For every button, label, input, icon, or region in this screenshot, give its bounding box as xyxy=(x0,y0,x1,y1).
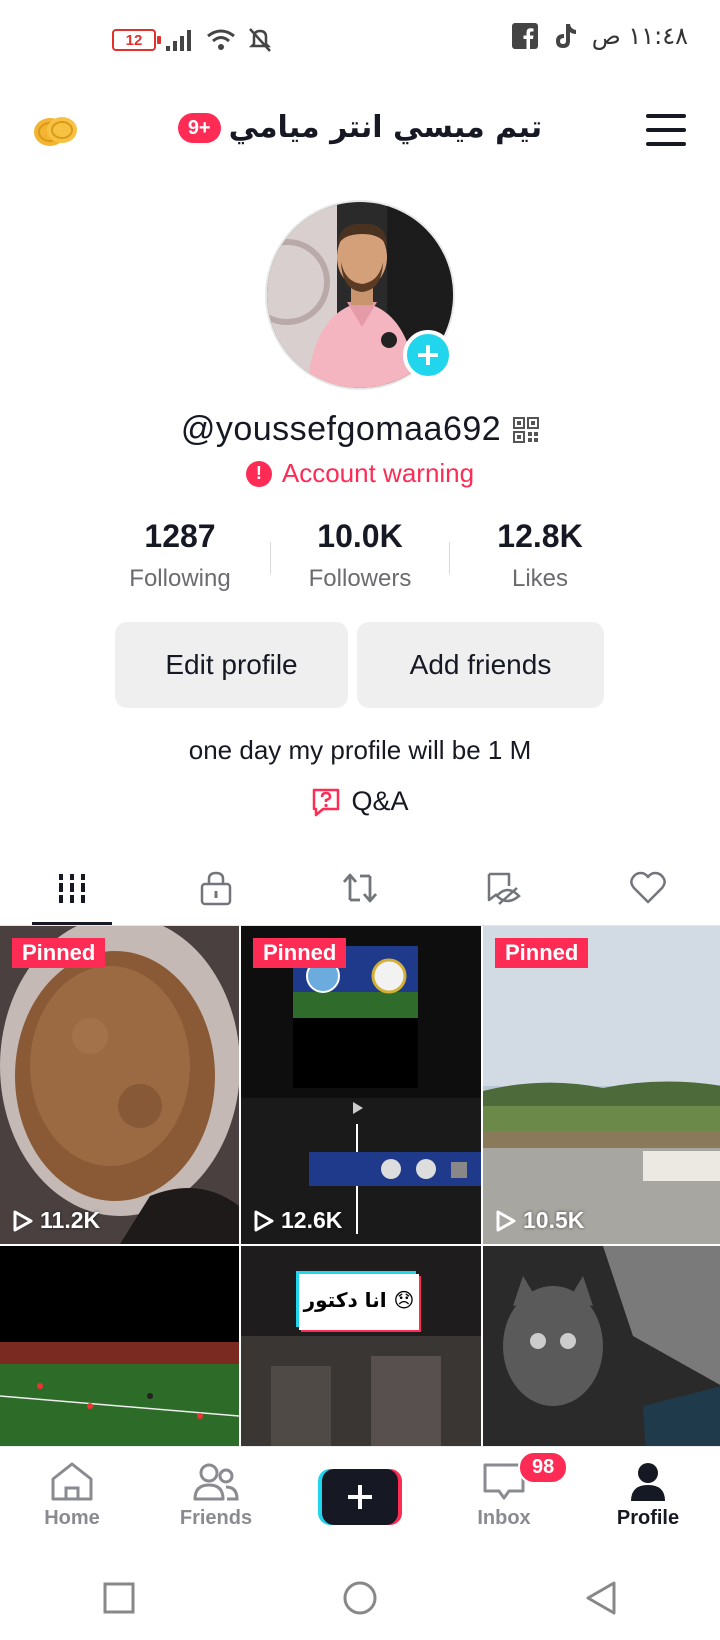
nav-profile-label: Profile xyxy=(616,1507,680,1529)
warning-text: Account warning xyxy=(281,458,475,488)
avatar[interactable] xyxy=(265,200,455,390)
header-title-wrap[interactable]: 9+ تيم ميسي انتر ميامي xyxy=(0,110,720,145)
heart-icon xyxy=(630,871,666,903)
notification-badge: 9+ xyxy=(177,112,221,143)
grid-icon xyxy=(59,873,85,903)
username: @youssefgomaa692 xyxy=(180,410,502,448)
create-plus-icon xyxy=(318,1469,402,1525)
likes-label: Likes xyxy=(511,565,569,592)
qa-label: Q&A xyxy=(351,786,409,816)
repost-icon xyxy=(342,873,378,902)
view-count: 11.2K xyxy=(12,1207,100,1234)
status-bar: 12 ١١:٤٨ ص xyxy=(0,0,720,80)
qr-code-icon[interactable] xyxy=(513,416,540,443)
nav-create[interactable] xyxy=(288,1447,432,1556)
video-thumbnail[interactable] xyxy=(483,1246,720,1446)
video-thumbnail[interactable] xyxy=(0,1246,239,1446)
followers-count: 10.0K xyxy=(317,518,403,554)
question-icon xyxy=(313,788,340,816)
hidden-eye-icon xyxy=(487,872,521,905)
tab-videos[interactable] xyxy=(0,850,144,925)
view-count-text: 10.5K xyxy=(523,1207,585,1233)
view-count-text: 11.2K xyxy=(40,1207,101,1233)
edit-profile-button[interactable]: Edit profile xyxy=(115,622,348,708)
tab-reposts[interactable] xyxy=(288,850,432,925)
following-count: 1287 xyxy=(144,518,216,554)
video-thumbnail[interactable]: انا دكتور 😞 xyxy=(241,1246,481,1446)
nav-home-label: Home xyxy=(44,1507,100,1529)
play-icon xyxy=(13,1210,33,1231)
tab-private[interactable] xyxy=(144,850,288,925)
likes-count: 12.8K xyxy=(497,518,583,554)
profile-actions: Edit profile Add friends xyxy=(115,622,604,708)
nav-friends-label: Friends xyxy=(179,1507,253,1529)
profile-icon xyxy=(631,1463,665,1501)
video-thumbnail[interactable]: Pinned 12.6K xyxy=(241,926,481,1244)
system-nav xyxy=(0,1556,720,1640)
pinned-badge: Pinned xyxy=(495,938,589,968)
account-warning[interactable]: ! Account warning xyxy=(0,458,720,489)
nav-inbox-label: Inbox xyxy=(477,1507,531,1529)
view-count: 12.6K xyxy=(253,1207,342,1234)
tiktok-icon xyxy=(555,24,576,48)
stat-followers[interactable]: 10.0K Followers xyxy=(270,518,450,593)
stat-likes[interactable]: 12.8K Likes xyxy=(450,518,630,593)
hamburger-menu-icon[interactable] xyxy=(646,114,686,146)
username-row: @youssefgomaa692 xyxy=(0,410,720,449)
home-circle-icon[interactable] xyxy=(341,1579,379,1617)
clock: ١١:٤٨ ص xyxy=(591,22,688,50)
home-icon xyxy=(51,1462,93,1501)
qa-link[interactable]: Q&A xyxy=(0,786,720,817)
profile-stats: 1287 Following 10.0K Followers 12.8K Lik… xyxy=(90,518,630,593)
profile-header: 9+ تيم ميسي انتر ميامي xyxy=(0,100,720,164)
view-count-text: 12.6K xyxy=(281,1207,343,1233)
video-thumbnail[interactable]: Pinned 11.2K xyxy=(0,926,239,1244)
stat-divider xyxy=(270,542,271,574)
bottom-nav: Home Friends 98 Inbox Profile xyxy=(0,1446,720,1556)
wifi-icon xyxy=(207,29,235,50)
inbox-badge: 98 xyxy=(518,1451,569,1484)
nav-inbox[interactable]: 98 Inbox xyxy=(432,1447,576,1556)
bio: one day my profile will be 1 M xyxy=(188,735,532,765)
battery-icon: 12 xyxy=(112,29,161,51)
back-triangle-icon[interactable] xyxy=(584,1580,618,1616)
lock-icon xyxy=(200,871,232,905)
stat-following[interactable]: 1287 Following xyxy=(90,518,270,593)
video-grid: Pinned 11.2K Pinned 12.6K Pinned 10.5K ا… xyxy=(0,926,720,1446)
friends-icon xyxy=(193,1463,239,1501)
mute-bell-icon xyxy=(248,28,272,52)
battery-level: 12 xyxy=(125,31,143,49)
tab-favorites[interactable] xyxy=(432,850,576,925)
play-icon xyxy=(254,1210,274,1231)
following-label: Following xyxy=(129,565,231,592)
status-left: 12 xyxy=(112,26,274,54)
nav-home[interactable]: Home xyxy=(0,1447,144,1556)
content-tabs xyxy=(0,850,720,926)
tab-liked[interactable] xyxy=(576,850,720,925)
add-friends-button[interactable]: Add friends xyxy=(357,622,604,708)
recents-icon[interactable] xyxy=(102,1581,136,1615)
pinned-badge: Pinned xyxy=(253,938,347,968)
video-caption: انا دكتور 😞 xyxy=(303,1288,415,1312)
facebook-icon xyxy=(511,23,538,49)
play-icon xyxy=(496,1210,516,1231)
add-avatar-button[interactable] xyxy=(403,330,453,380)
nav-profile[interactable]: Profile xyxy=(576,1447,720,1556)
warning-icon: ! xyxy=(245,460,272,487)
signal-icon xyxy=(166,30,191,51)
followers-label: Followers xyxy=(308,565,412,592)
nav-friends[interactable]: Friends xyxy=(144,1447,288,1556)
plus-icon xyxy=(418,345,438,365)
status-right: ١١:٤٨ ص xyxy=(511,22,688,50)
view-count: 10.5K xyxy=(495,1207,584,1234)
video-thumbnail[interactable]: Pinned 10.5K xyxy=(483,926,720,1244)
page-title: تيم ميسي انتر ميامي xyxy=(228,110,543,145)
pinned-badge: Pinned xyxy=(12,938,106,968)
